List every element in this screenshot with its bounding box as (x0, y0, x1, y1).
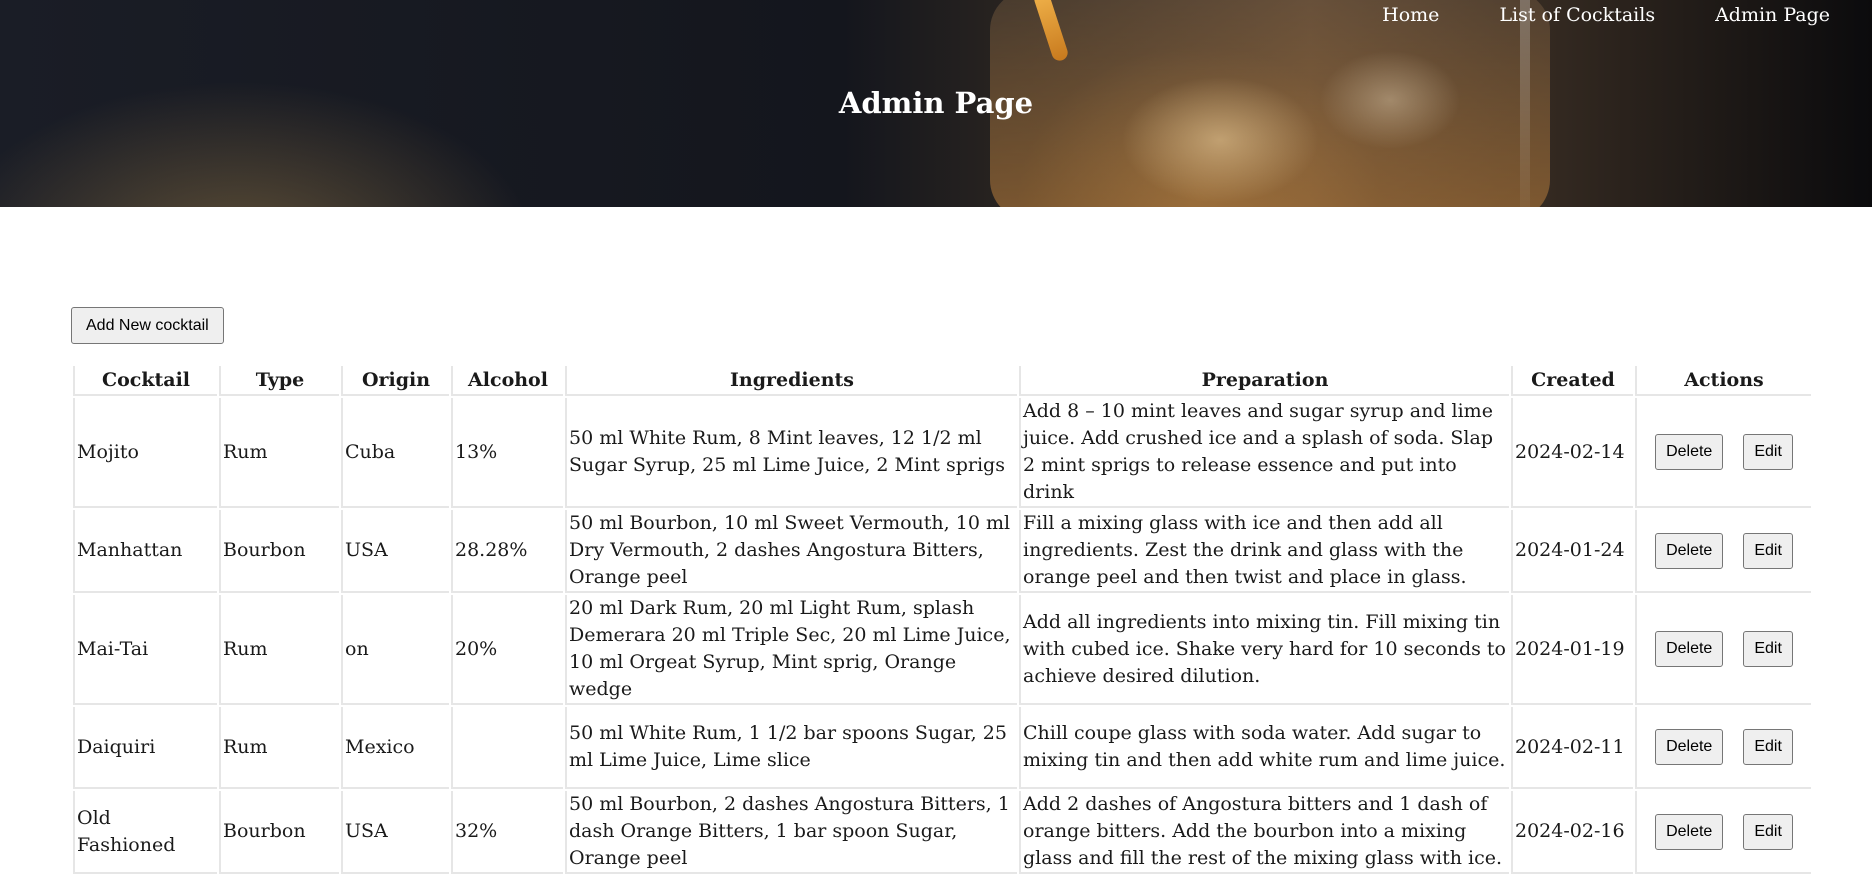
table-row: Manhattan Bourbon USA 28.28% 50 ml Bourb… (73, 510, 1811, 593)
cell-alcohol (451, 707, 563, 789)
cell-ingredients: 50 ml Bourbon, 10 ml Sweet Vermouth, 10 … (565, 510, 1017, 593)
cell-created: 2024-01-24 (1511, 510, 1633, 593)
delete-button[interactable]: Delete (1655, 729, 1724, 765)
cell-ingredients: 50 ml White Rum, 8 Mint leaves, 12 1/2 m… (565, 398, 1017, 508)
cell-preparation: Fill a mixing glass with ice and then ad… (1019, 510, 1509, 593)
delete-button[interactable]: Delete (1655, 532, 1724, 569)
edit-button[interactable]: Edit (1743, 631, 1793, 667)
cell-cocktail: Manhattan (73, 510, 217, 593)
table-row: Mojito Rum Cuba 13% 50 ml White Rum, 8 M… (73, 398, 1811, 508)
table-header: Cocktail Type Origin Alcohol Ingredients… (73, 366, 1811, 396)
cell-created: 2024-01-19 (1511, 595, 1633, 705)
delete-button[interactable]: Delete (1655, 434, 1724, 470)
cell-cocktail: Mai-Tai (73, 595, 217, 705)
cell-actions: Delete Edit (1635, 791, 1811, 874)
cell-preparation: Add 2 dashes of Angostura bitters and 1 … (1019, 791, 1509, 874)
table-row: Mai-Tai Rum on 20% 20 ml Dark Rum, 20 ml… (73, 595, 1811, 705)
cell-ingredients: 50 ml White Rum, 1 1/2 bar spoons Sugar,… (565, 707, 1017, 789)
cell-origin: on (341, 595, 449, 705)
cell-preparation: Add all ingredients into mixing tin. Fil… (1019, 595, 1509, 705)
nav-admin-link[interactable]: Admin Page (1715, 4, 1830, 26)
nav-cocktail-list-link[interactable]: List of Cocktails (1499, 4, 1655, 26)
column-header-cocktail: Cocktail (73, 366, 217, 396)
table-body: Mojito Rum Cuba 13% 50 ml White Rum, 8 M… (73, 398, 1811, 874)
edit-button[interactable]: Edit (1743, 813, 1793, 850)
cocktails-table: Cocktail Type Origin Alcohol Ingredients… (71, 364, 1813, 876)
column-header-preparation: Preparation (1019, 366, 1509, 396)
delete-button[interactable]: Delete (1655, 631, 1724, 667)
table-row: Old Fashioned Bourbon USA 32% 50 ml Bour… (73, 791, 1811, 874)
column-header-actions: Actions (1635, 366, 1811, 396)
cell-type: Rum (219, 595, 339, 705)
cell-alcohol: 32% (451, 791, 563, 874)
cell-type: Bourbon (219, 510, 339, 593)
cell-created: 2024-02-16 (1511, 791, 1633, 874)
cell-cocktail: Daiquiri (73, 707, 217, 789)
column-header-ingredients: Ingredients (565, 366, 1017, 396)
cell-cocktail: Old Fashioned (73, 791, 217, 874)
cell-preparation: Add 8 – 10 mint leaves and sugar syrup a… (1019, 398, 1509, 508)
cell-alcohol: 20% (451, 595, 563, 705)
page-title: Admin Page (838, 86, 1034, 120)
cell-origin: Mexico (341, 707, 449, 789)
cell-origin: USA (341, 510, 449, 593)
table-row: Daiquiri Rum Mexico 50 ml White Rum, 1 1… (73, 707, 1811, 789)
cell-actions: Delete Edit (1635, 398, 1811, 508)
cell-type: Rum (219, 707, 339, 789)
cell-created: 2024-02-14 (1511, 398, 1633, 508)
nav-home-link[interactable]: Home (1382, 4, 1439, 26)
cell-actions: Delete Edit (1635, 595, 1811, 705)
cell-ingredients: 20 ml Dark Rum, 20 ml Light Rum, splash … (565, 595, 1017, 705)
column-header-created: Created (1511, 366, 1633, 396)
cell-cocktail: Mojito (73, 398, 217, 508)
column-header-alcohol: Alcohol (451, 366, 563, 396)
cell-actions: Delete Edit (1635, 707, 1811, 789)
cell-alcohol: 28.28% (451, 510, 563, 593)
add-cocktail-button[interactable]: Add New cocktail (71, 307, 224, 344)
cell-type: Rum (219, 398, 339, 508)
hero-banner: Home List of Cocktails Admin Page Admin … (0, 0, 1872, 207)
cell-preparation: Chill coupe glass with soda water. Add s… (1019, 707, 1509, 789)
edit-button[interactable]: Edit (1743, 729, 1793, 765)
cell-created: 2024-02-11 (1511, 707, 1633, 789)
cell-origin: Cuba (341, 398, 449, 508)
cell-origin: USA (341, 791, 449, 874)
cell-actions: Delete Edit (1635, 510, 1811, 593)
cell-alcohol: 13% (451, 398, 563, 508)
column-header-type: Type (219, 366, 339, 396)
delete-button[interactable]: Delete (1655, 813, 1724, 850)
edit-button[interactable]: Edit (1743, 532, 1793, 569)
top-nav: Home List of Cocktails Admin Page (1382, 4, 1830, 26)
cell-type: Bourbon (219, 791, 339, 874)
edit-button[interactable]: Edit (1743, 434, 1793, 470)
table-header-row: Cocktail Type Origin Alcohol Ingredients… (73, 366, 1811, 396)
column-header-origin: Origin (341, 366, 449, 396)
cell-ingredients: 50 ml Bourbon, 2 dashes Angostura Bitter… (565, 791, 1017, 874)
